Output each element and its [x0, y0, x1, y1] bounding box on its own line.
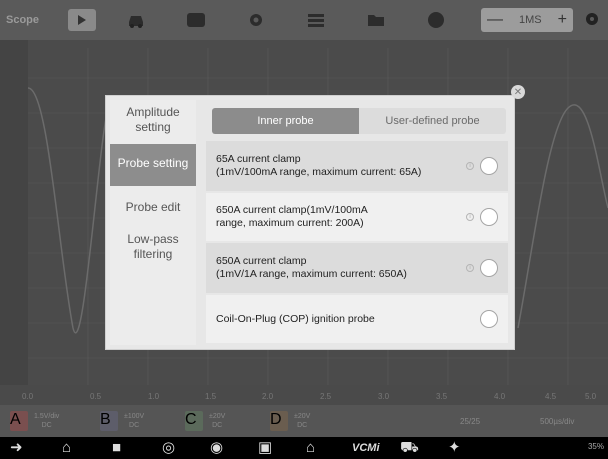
channel-a[interactable]: A 1.5V/div DC	[10, 409, 59, 433]
channel-scale: ±20V	[294, 413, 311, 420]
folder-icon[interactable]	[356, 9, 396, 31]
back-icon[interactable]: ➜	[10, 439, 23, 457]
timebase-control[interactable]: — 1MS +	[481, 8, 573, 32]
channel-c[interactable]: C ±20V DC	[185, 409, 225, 433]
channel-setting: ±100V DC	[124, 412, 144, 430]
info-icon[interactable]: i	[466, 213, 474, 221]
probe-option-650a-clamp-650a[interactable]: 650A current clamp (1mV/1A range, maximu…	[206, 243, 508, 293]
x-tick-label: 0.0	[22, 392, 34, 401]
channel-setting: 1.5V/div DC	[34, 412, 59, 430]
probe-radio[interactable]	[480, 259, 498, 277]
car-diagnostics-icon[interactable]: ⛟	[400, 439, 419, 457]
sidebar-item-low-pass-filtering[interactable]: Low-pass filtering	[110, 228, 196, 262]
shop-icon[interactable]: ⌂	[306, 439, 315, 457]
tab-inner-probe[interactable]: Inner probe	[212, 108, 359, 134]
x-axis-labels: 0.0 0.5 1.0 1.5 2.0 2.5 3.0 3.5 4.0 4.5 …	[0, 392, 608, 406]
dialog-content: Inner probe User-defined probe 65A curre…	[206, 103, 508, 344]
probe-option-label: 650A current clamp(1mV/100mA range, maxi…	[216, 204, 368, 230]
timebase-decrease-button[interactable]: —	[487, 11, 503, 29]
probe-option-title: Coil-On-Plug (COP) ignition probe	[216, 312, 375, 325]
channel-coupling: DC	[297, 422, 308, 429]
x-tick-label: 5.0	[585, 392, 597, 401]
x-tick-label: 2.0	[262, 392, 274, 401]
info-icon[interactable]: i	[466, 162, 474, 170]
probe-option-detail: (1mV/100mA range, maximum current: 65A)	[216, 166, 422, 178]
dialog-sidebar: Amplitude setting Probe setting Probe ed…	[110, 100, 196, 345]
probe-option-650a-clamp-200a[interactable]: 650A current clamp(1mV/100mA range, maxi…	[206, 193, 508, 241]
close-icon[interactable]: ✕	[511, 85, 525, 99]
probe-option-label: 650A current clamp (1mV/1A range, maximu…	[216, 255, 407, 281]
sidebar-item-probe-setting[interactable]: Probe setting	[110, 144, 196, 186]
channel-badge: A	[10, 411, 28, 431]
car-icon[interactable]	[116, 9, 156, 31]
probe-radio[interactable]	[480, 310, 498, 328]
status-indicator: 35%	[587, 442, 604, 451]
info-icon[interactable]: i	[466, 264, 474, 272]
home-icon[interactable]: ⌂	[62, 439, 71, 457]
x-tick-label: 0.5	[90, 392, 102, 401]
probe-option-title: 650A current clamp	[216, 255, 307, 267]
x-tick-label: 1.0	[148, 392, 160, 401]
list-icon[interactable]	[296, 9, 336, 31]
probe-option-detail: (1mV/1A range, maximum current: 650A)	[216, 268, 407, 280]
calendar-icon[interactable]	[176, 9, 216, 31]
channel-setting: ±20V DC	[294, 412, 310, 430]
recent-apps-icon[interactable]: ■	[112, 439, 121, 457]
x-tick-label: 3.5	[436, 392, 448, 401]
timediv-readout[interactable]: 500µs/div	[540, 417, 574, 426]
x-tick-label: 4.5	[545, 392, 557, 401]
sidebar-item-amplitude-setting[interactable]: Amplitude setting	[110, 100, 196, 142]
scope-screen: Scope — 1MS + 0.0 0.5 1.0 1.5 2.0 2.5 3.…	[0, 0, 608, 459]
system-nav-bar: ➜ ⌂ ■ ◎ ◉ ▣ ⌂ VCMi ⛟ ✦ 35%	[0, 437, 608, 459]
sidebar-item-probe-edit[interactable]: Probe edit	[110, 194, 196, 222]
timebase-increase-button[interactable]: +	[558, 11, 567, 29]
timebase-value: 1MS	[519, 14, 542, 26]
channel-bar: A 1.5V/div DC B ±100V DC C ±20V DC D ±20V DC…	[0, 405, 608, 437]
browser-icon[interactable]: ◎	[162, 439, 175, 457]
probe-radio[interactable]	[480, 157, 498, 175]
probe-radio[interactable]	[480, 208, 498, 226]
page-indicator: 25/25	[460, 417, 481, 426]
channel-scale: ±100V	[124, 413, 145, 420]
probe-option-detail: range, maximum current: 200A)	[216, 217, 364, 229]
x-tick-label: 4.0	[494, 392, 506, 401]
x-tick-label: 2.5	[320, 392, 332, 401]
channel-badge: D	[270, 411, 288, 431]
play-icon	[78, 15, 86, 25]
play-button[interactable]	[68, 9, 96, 31]
channel-badge: B	[100, 411, 118, 431]
channel-coupling: DC	[212, 422, 223, 429]
channel-setting: ±20V DC	[209, 412, 225, 430]
settings-icon[interactable]	[584, 11, 600, 32]
probe-option-label: Coil-On-Plug (COP) ignition probe	[216, 313, 375, 326]
probe-option-title: 650A current clamp(1mV/100mA	[216, 204, 368, 216]
x-tick-label: 1.5	[205, 392, 217, 401]
channel-b[interactable]: B ±100V DC	[100, 409, 144, 433]
help-icon[interactable]	[416, 9, 456, 31]
channel-badge: C	[185, 411, 203, 431]
remote-support-icon[interactable]: ✦	[448, 439, 461, 457]
x-tick-label: 3.0	[378, 392, 390, 401]
channel-scale: 1.5V/div	[34, 413, 60, 420]
probe-option-label: 65A current clamp (1mV/100mA range, maxi…	[216, 153, 421, 179]
channel-coupling: DC	[41, 422, 52, 429]
display-icon[interactable]: ▣	[258, 439, 272, 457]
vcmi-icon[interactable]: VCMi	[352, 439, 380, 457]
app-title: Scope	[6, 14, 40, 26]
probe-option-65a-clamp[interactable]: 65A current clamp (1mV/100mA range, maxi…	[206, 141, 508, 191]
channel-d[interactable]: D ±20V DC	[270, 409, 310, 433]
probe-option-cop-ignition[interactable]: Coil-On-Plug (COP) ignition probe	[206, 295, 508, 343]
tab-user-defined-probe[interactable]: User-defined probe	[359, 108, 506, 134]
channel-scale: ±20V	[209, 413, 226, 420]
camera-icon[interactable]: ◉	[210, 439, 223, 457]
gear-icon[interactable]	[236, 9, 276, 31]
channel-coupling: DC	[129, 422, 140, 429]
y-axis	[0, 40, 28, 385]
probe-option-title: 65A current clamp	[216, 153, 301, 165]
probe-tabs: Inner probe User-defined probe	[212, 108, 506, 134]
